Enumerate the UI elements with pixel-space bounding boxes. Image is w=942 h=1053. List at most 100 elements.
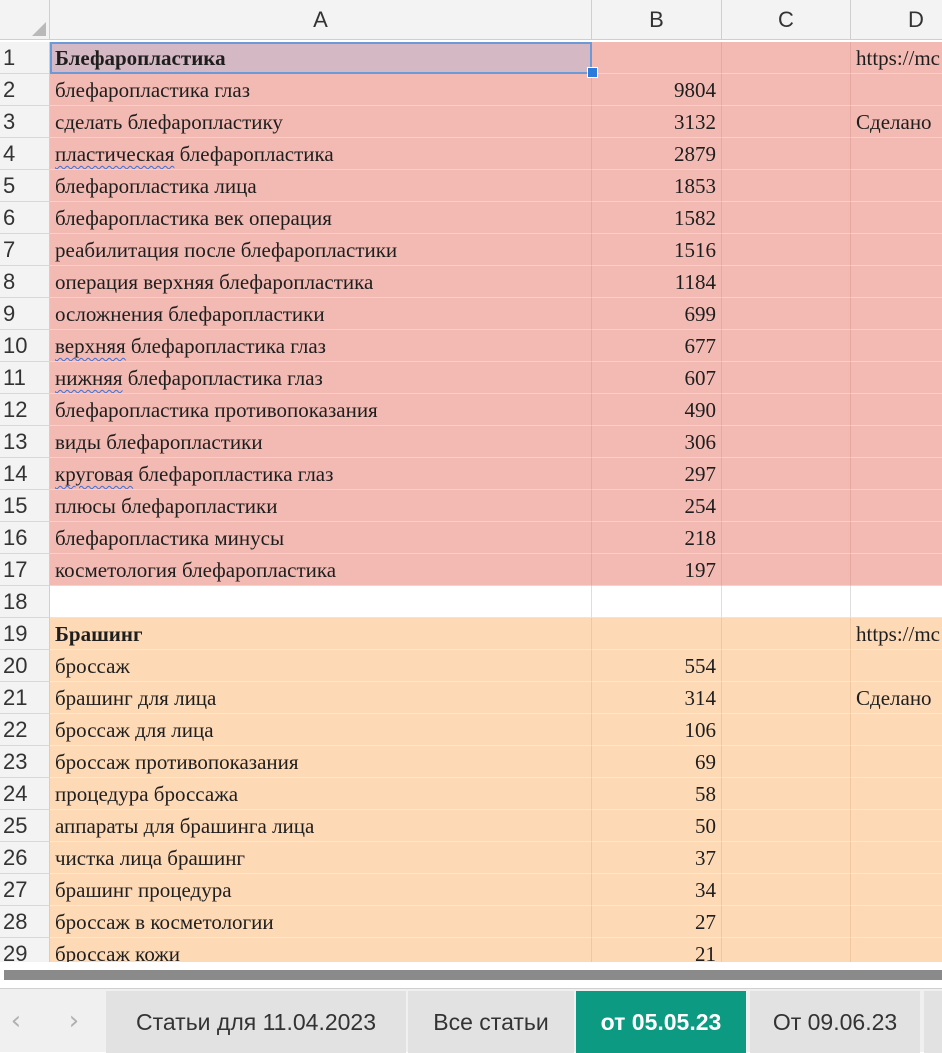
cell-c[interactable] <box>722 458 851 490</box>
cell-d[interactable] <box>851 522 942 554</box>
cell-d[interactable] <box>851 490 942 522</box>
cell-b[interactable]: 607 <box>592 362 722 394</box>
cell-b[interactable] <box>592 42 722 74</box>
cell-c[interactable] <box>722 522 851 554</box>
cell-b[interactable]: 306 <box>592 426 722 458</box>
cell-b[interactable]: 297 <box>592 458 722 490</box>
cell-b[interactable]: 197 <box>592 554 722 586</box>
column-header-c[interactable]: C <box>722 0 851 40</box>
column-header-d[interactable]: D <box>851 0 942 40</box>
row-number[interactable]: 18 <box>0 586 50 618</box>
horizontal-scrollbar[interactable] <box>0 962 942 988</box>
cell-a[interactable]: операция верхняя блефаропластика <box>50 266 592 298</box>
cell-d[interactable] <box>851 906 942 938</box>
row-number[interactable]: 25 <box>0 810 50 842</box>
row-number[interactable]: 15 <box>0 490 50 522</box>
cell-c[interactable] <box>722 106 851 138</box>
cell-b[interactable]: 2879 <box>592 138 722 170</box>
cell-b[interactable]: 699 <box>592 298 722 330</box>
cell-d[interactable] <box>851 554 942 586</box>
row-number[interactable]: 26 <box>0 842 50 874</box>
cell-a[interactable]: виды блефаропластики <box>50 426 592 458</box>
cell-d[interactable] <box>851 650 942 682</box>
cell-c[interactable] <box>722 394 851 426</box>
row-number[interactable]: 11 <box>0 362 50 394</box>
row-number[interactable]: 4 <box>0 138 50 170</box>
cell-a[interactable]: круговая блефаропластика глаз <box>50 458 592 490</box>
row-number[interactable]: 12 <box>0 394 50 426</box>
sheet-tab-all-articles[interactable]: Все статьи <box>408 991 574 1053</box>
cell-d[interactable] <box>851 330 942 362</box>
cell-b[interactable] <box>592 618 722 650</box>
cell-d[interactable] <box>851 170 942 202</box>
row-number[interactable]: 10 <box>0 330 50 362</box>
cell-c[interactable] <box>722 298 851 330</box>
cell-c[interactable] <box>722 362 851 394</box>
cell-a[interactable]: осложнения блефаропластики <box>50 298 592 330</box>
cell-d[interactable] <box>851 586 942 618</box>
cell-c[interactable] <box>722 266 851 298</box>
cell-a[interactable]: брашинг для лица <box>50 682 592 714</box>
spellcheck-word[interactable]: верхняя <box>55 334 126 358</box>
cell-c[interactable] <box>722 618 851 650</box>
cell-d[interactable]: Сделано <box>851 682 942 714</box>
column-header-a[interactable]: A <box>50 0 592 40</box>
cell-d[interactable]: Сделано <box>851 106 942 138</box>
cell-a[interactable]: процедура броссажа <box>50 778 592 810</box>
row-number[interactable]: 1 <box>0 42 50 74</box>
scrollbar-thumb[interactable] <box>4 970 942 980</box>
cell-d[interactable] <box>851 202 942 234</box>
cell-a[interactable]: чистка лица брашинг <box>50 842 592 874</box>
cell-c[interactable] <box>722 586 851 618</box>
spreadsheet-grid[interactable]: A B C D 1 Блефаропластика https://mc 2 блефа… <box>0 0 942 962</box>
cell-c[interactable] <box>722 234 851 266</box>
cell-b[interactable] <box>592 586 722 618</box>
cell-a[interactable]: блефаропластика век операция <box>50 202 592 234</box>
cell-d[interactable] <box>851 234 942 266</box>
cell-c[interactable] <box>722 874 851 906</box>
cell-b[interactable]: 58 <box>592 778 722 810</box>
cell-c[interactable] <box>722 202 851 234</box>
cell-b[interactable]: 677 <box>592 330 722 362</box>
cell-d[interactable] <box>851 298 942 330</box>
sheet-tab-05-05-23[interactable]: от 05.05.23 <box>576 991 746 1053</box>
cell-a[interactable]: блефаропластика лица <box>50 170 592 202</box>
row-number[interactable]: 20 <box>0 650 50 682</box>
cell-b[interactable]: 50 <box>592 810 722 842</box>
cell-c[interactable] <box>722 74 851 106</box>
cell-b[interactable]: 490 <box>592 394 722 426</box>
cell-d[interactable] <box>851 426 942 458</box>
cell-d[interactable] <box>851 458 942 490</box>
cell-d[interactable] <box>851 266 942 298</box>
row-number[interactable]: 6 <box>0 202 50 234</box>
row-number[interactable]: 3 <box>0 106 50 138</box>
cell-a[interactable]: аппараты для брашинга лица <box>50 810 592 842</box>
cell-d[interactable] <box>851 938 942 962</box>
cell-d[interactable] <box>851 138 942 170</box>
cell-d[interactable] <box>851 714 942 746</box>
cell-c[interactable] <box>722 170 851 202</box>
cell-a[interactable]: блефаропластика минусы <box>50 522 592 554</box>
row-number[interactable]: 5 <box>0 170 50 202</box>
row-number[interactable]: 17 <box>0 554 50 586</box>
cell-a[interactable]: блефаропластика противопоказания <box>50 394 592 426</box>
cell-c[interactable] <box>722 810 851 842</box>
row-number[interactable]: 24 <box>0 778 50 810</box>
spellcheck-word[interactable]: круговая <box>55 462 133 486</box>
cell-a[interactable]: сделать блефаропластику <box>50 106 592 138</box>
cell-a[interactable]: Брашинг <box>50 618 592 650</box>
cell-b[interactable]: 1853 <box>592 170 722 202</box>
row-number[interactable]: 29 <box>0 938 50 962</box>
cell-c[interactable] <box>722 554 851 586</box>
cell-d[interactable] <box>851 362 942 394</box>
row-number[interactable]: 16 <box>0 522 50 554</box>
cell-c[interactable] <box>722 138 851 170</box>
cell-a[interactable]: броссаж противопоказания <box>50 746 592 778</box>
cell-a[interactable]: броссаж в косметологии <box>50 906 592 938</box>
cell-c[interactable] <box>722 746 851 778</box>
sheet-tab-09-06-23[interactable]: От 09.06.23 <box>750 991 920 1053</box>
cell-a[interactable]: брашинг процедура <box>50 874 592 906</box>
cell-c[interactable] <box>722 778 851 810</box>
row-number[interactable]: 23 <box>0 746 50 778</box>
fill-handle[interactable] <box>587 67 598 78</box>
